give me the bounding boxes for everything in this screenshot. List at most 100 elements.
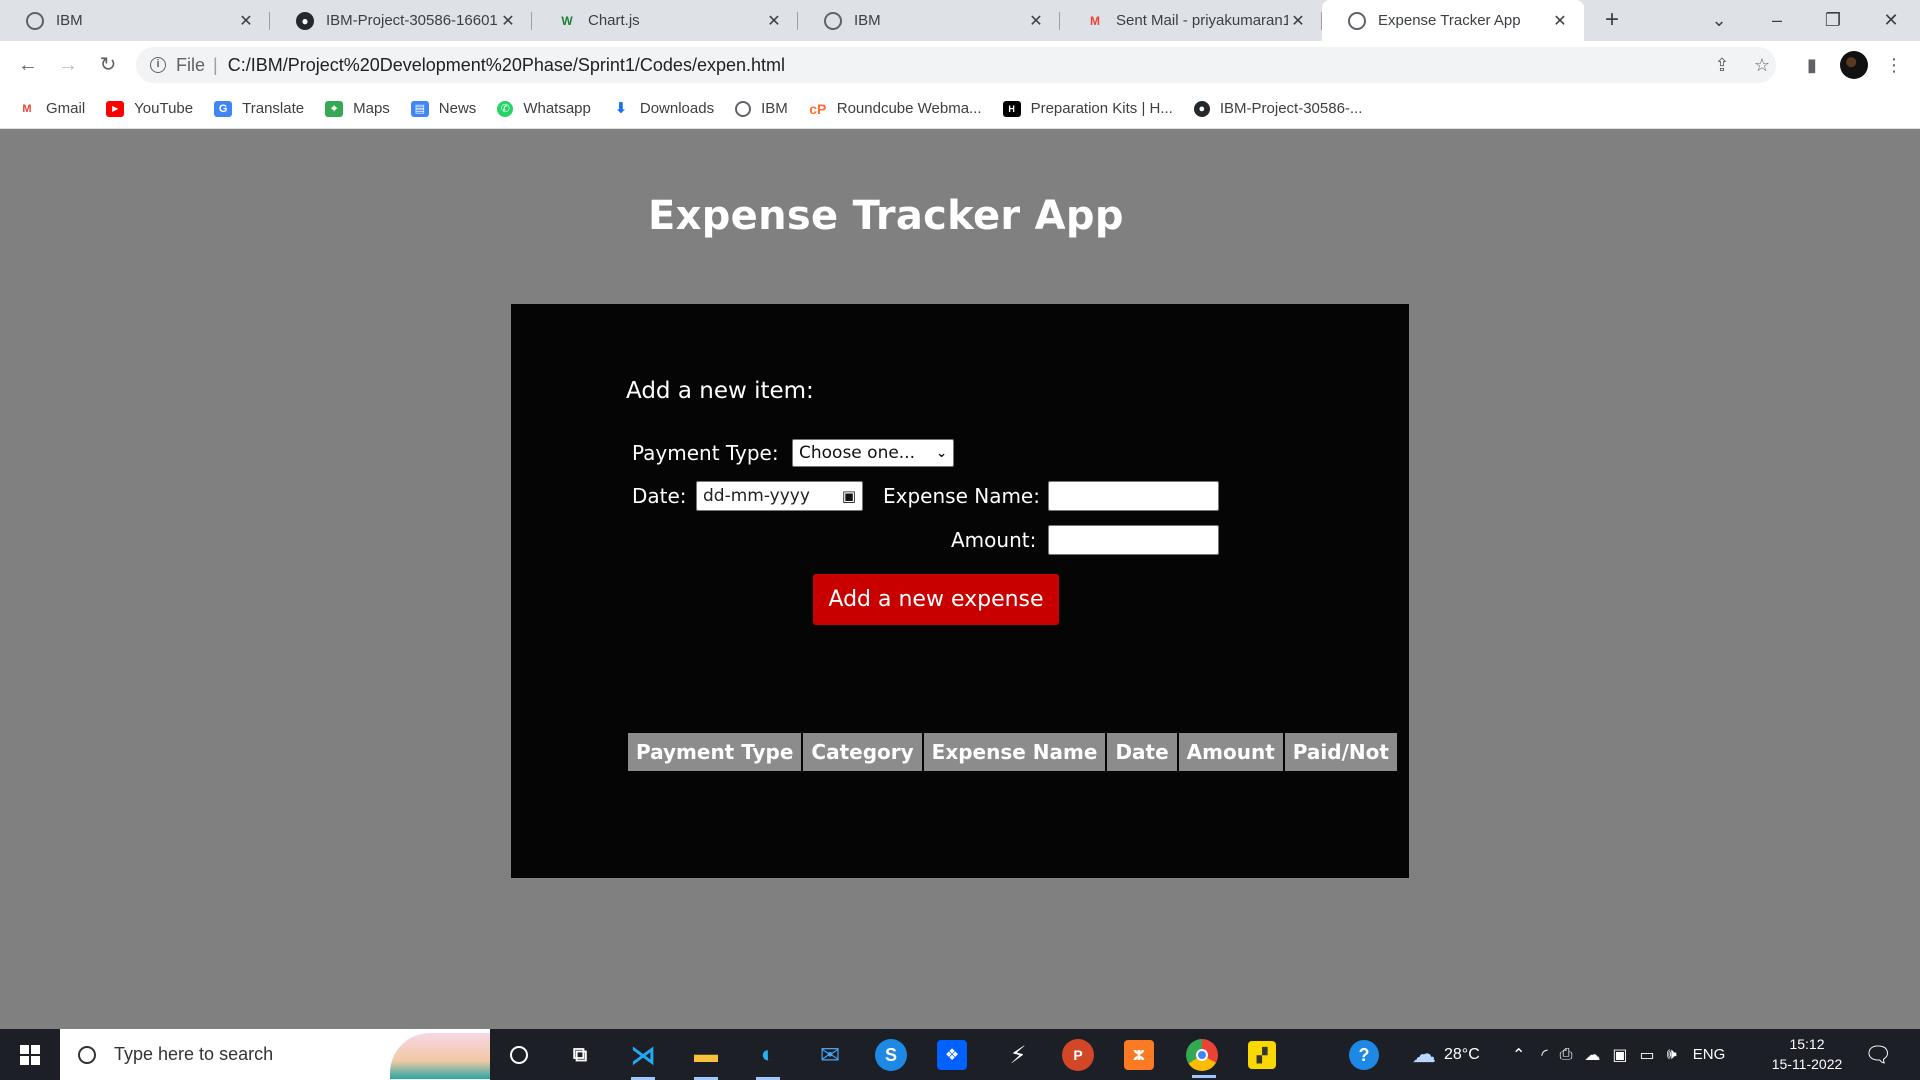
- search-icon: [78, 1045, 96, 1064]
- tab-title: IBM: [56, 12, 83, 29]
- bookmark-translate[interactable]: G Translate: [214, 100, 304, 117]
- bookmark-github-project[interactable]: ● IBM-Project-30586-...: [1193, 100, 1362, 117]
- tab-title: Chart.js: [588, 12, 640, 29]
- bookmark-label: Preparation Kits | H...: [1030, 100, 1173, 117]
- close-icon[interactable]: ✕: [1026, 11, 1046, 31]
- forward-arrow-icon[interactable]: →: [54, 51, 82, 79]
- system-clock[interactable]: 15:12 15-11-2022: [1762, 1034, 1852, 1074]
- tab-github-project[interactable]: ● IBM-Project-30586-166014 ✕: [270, 0, 532, 41]
- restore-button[interactable]: ❐: [1818, 6, 1848, 34]
- tab-chartjs[interactable]: W Chart.js ✕: [532, 0, 798, 41]
- whatsapp-icon: ✆: [497, 100, 514, 117]
- amount-label: Amount:: [951, 528, 1037, 552]
- tab-title: Expense Tracker App: [1378, 12, 1521, 29]
- bookmark-roundcube[interactable]: cP Roundcube Webma...: [809, 100, 981, 117]
- amount-input[interactable]: [1048, 525, 1219, 555]
- tab-search-chevron-icon[interactable]: ⌄: [1704, 6, 1734, 34]
- expense-name-input[interactable]: [1048, 481, 1219, 511]
- side-panel-icon[interactable]: ▮: [1798, 51, 1826, 79]
- bookmark-label: Translate: [242, 100, 305, 117]
- globe-icon: [824, 11, 842, 30]
- close-icon[interactable]: ✕: [498, 11, 518, 31]
- new-tab-button[interactable]: +: [1598, 6, 1626, 34]
- tab-expense-tracker[interactable]: Expense Tracker App ✕: [1322, 0, 1584, 41]
- bookmark-news[interactable]: ▤ News: [410, 100, 476, 117]
- calendar-icon[interactable]: ▣: [842, 487, 856, 505]
- tab-sent-mail[interactable]: M Sent Mail - priyakumaran18 ✕: [1060, 0, 1322, 41]
- expense-table: Payment Type Category Expense Name Date …: [626, 731, 1399, 773]
- news-icon: ▤: [410, 100, 429, 117]
- bookmark-youtube[interactable]: ▶ YouTube: [106, 100, 193, 117]
- url-scheme: File: [176, 54, 206, 75]
- task-view-icon[interactable]: ⧉: [562, 1037, 598, 1073]
- date-input[interactable]: dd-mm-yyyy ▣: [696, 481, 863, 511]
- taskbar-search-box[interactable]: Type here to search: [60, 1029, 490, 1080]
- payment-type-select[interactable]: Choose one... ⌄: [792, 439, 954, 467]
- minimize-button[interactable]: –: [1762, 6, 1792, 34]
- bookmark-gmail[interactable]: M Gmail: [18, 100, 85, 117]
- bookmark-downloads[interactable]: ⬇ Downloads: [612, 100, 715, 117]
- close-window-button[interactable]: ✕: [1876, 6, 1906, 34]
- date-label: Date:: [632, 484, 687, 508]
- share-icon[interactable]: ⇪: [1708, 51, 1736, 79]
- bookmark-ibm[interactable]: IBM: [735, 100, 788, 117]
- powerpoint-icon[interactable]: P: [1062, 1039, 1094, 1071]
- w-logo-icon: W: [561, 13, 573, 28]
- cpanel-icon: cP: [809, 100, 827, 117]
- globe-icon: [735, 100, 752, 117]
- youtube-icon: ▶: [106, 100, 125, 117]
- add-expense-button[interactable]: Add a new expense: [813, 574, 1059, 625]
- tab-ibm-2[interactable]: IBM ✕: [798, 0, 1060, 41]
- display-icon[interactable]: ▣: [1612, 1045, 1627, 1065]
- help-icon[interactable]: ?: [1349, 1040, 1379, 1070]
- address-bar[interactable]: i File | C:/IBM/Project%20Development%20…: [136, 47, 1776, 83]
- start-button[interactable]: [0, 1029, 60, 1080]
- sublime-icon[interactable]: ⚡: [1000, 1037, 1036, 1073]
- bookmark-label: Gmail: [46, 100, 86, 117]
- page-viewport: Expense Tracker App Add a new item: Paym…: [0, 129, 1920, 1029]
- chevron-down-icon: ⌄: [936, 445, 947, 461]
- volume-icon[interactable]: 🕪: [1667, 1046, 1677, 1064]
- tab-ibm-1[interactable]: IBM ✕: [0, 0, 270, 41]
- close-icon[interactable]: ✕: [236, 11, 256, 31]
- mail-icon[interactable]: ✉: [812, 1037, 848, 1073]
- weather-temp: 28°C: [1444, 1045, 1480, 1063]
- wifi-icon[interactable]: ◜: [1541, 1045, 1547, 1065]
- back-arrow-icon[interactable]: ←: [14, 51, 42, 79]
- url-separator: |: [213, 54, 218, 75]
- bookmark-whatsapp[interactable]: ✆ Whatsapp: [497, 100, 591, 117]
- reload-icon[interactable]: ↻: [94, 51, 122, 79]
- browser-toolbar: ← → ↻ i File | C:/IBM/Project%20Developm…: [0, 41, 1920, 89]
- close-icon[interactable]: ✕: [1550, 11, 1570, 31]
- tray-icons: ⌃ ◜ ⎙ ☁ ▣ ▭ 🕪 ENG: [1512, 1029, 1725, 1080]
- bookmark-hackerrank[interactable]: H Preparation Kits | H...: [1002, 100, 1173, 117]
- device-icon[interactable]: ⎙: [1560, 1046, 1573, 1064]
- battery-icon[interactable]: ▭: [1640, 1045, 1655, 1065]
- weather-widget[interactable]: ☁ 28°C: [1412, 1029, 1480, 1080]
- bookmark-label: Downloads: [639, 100, 715, 117]
- dropbox-icon[interactable]: ❖: [937, 1040, 967, 1070]
- info-icon[interactable]: i: [150, 57, 166, 73]
- close-icon[interactable]: ✕: [764, 11, 784, 31]
- close-icon[interactable]: ✕: [1288, 11, 1308, 31]
- show-hidden-icons-chevron-icon[interactable]: ⌃: [1512, 1045, 1525, 1065]
- gmail-icon: M: [22, 102, 32, 115]
- expense-name-label: Expense Name:: [883, 484, 1040, 508]
- sticky-notes-icon[interactable]: ▞: [1248, 1041, 1276, 1069]
- language-indicator[interactable]: ENG: [1693, 1046, 1726, 1063]
- onedrive-icon[interactable]: ☁: [1584, 1045, 1600, 1065]
- profile-avatar[interactable]: [1840, 51, 1868, 79]
- column-header-amount: Amount: [1178, 733, 1283, 771]
- menu-kebab-icon[interactable]: ⋮: [1880, 51, 1908, 79]
- file-explorer-icon[interactable]: ▬: [688, 1037, 724, 1080]
- cortana-icon[interactable]: [501, 1037, 537, 1073]
- bookmark-star-icon[interactable]: ☆: [1748, 51, 1776, 79]
- xampp-icon[interactable]: ⵣ: [1124, 1040, 1154, 1070]
- edge-icon[interactable]: ◐: [750, 1037, 786, 1080]
- vscode-icon[interactable]: ⋊: [625, 1037, 661, 1080]
- chrome-icon[interactable]: [1186, 1039, 1218, 1078]
- column-header-payment-type: Payment Type: [628, 733, 802, 771]
- bookmark-maps[interactable]: ⌖ Maps: [325, 100, 390, 117]
- skype-icon[interactable]: S: [875, 1039, 907, 1071]
- notification-icon[interactable]: 🗨: [1864, 1029, 1892, 1080]
